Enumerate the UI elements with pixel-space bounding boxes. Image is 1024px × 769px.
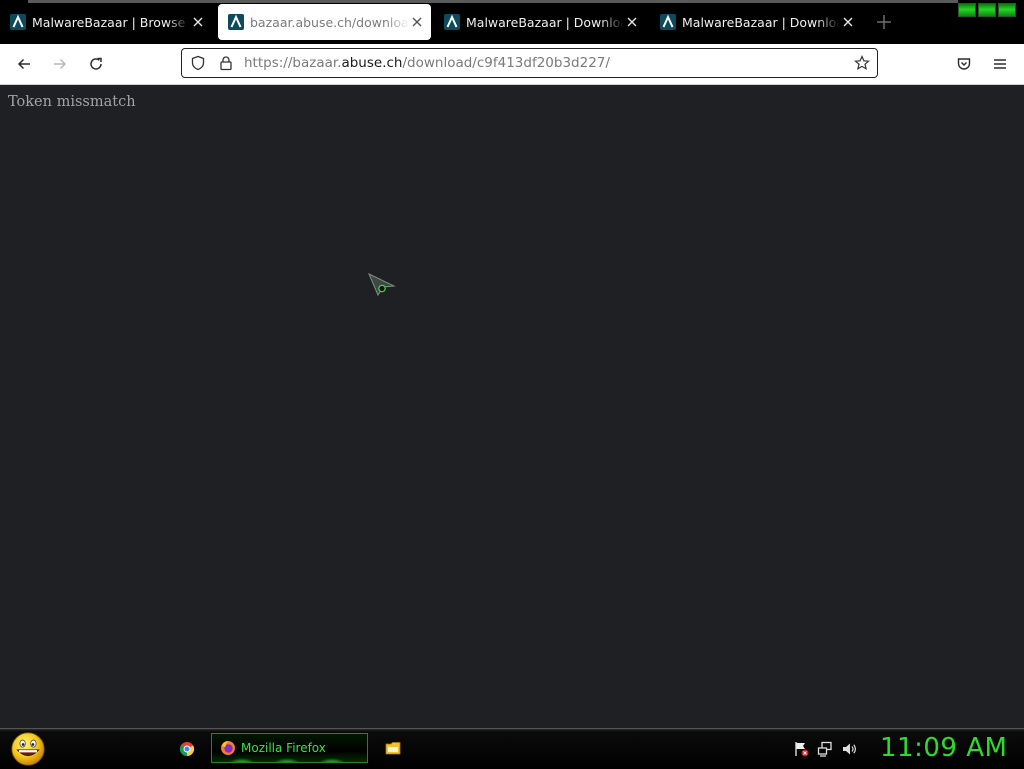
volume-icon[interactable]: [841, 741, 857, 757]
tab-label: MalwareBazaar | Browse malware samples: [32, 14, 190, 30]
error-message: Token missmatch: [8, 94, 136, 110]
address-bar[interactable]: https://bazaar.abuse.ch/download/c9f413d…: [181, 48, 878, 78]
lock-icon[interactable]: [218, 55, 234, 71]
url-text[interactable]: https://bazaar.abuse.ch/download/c9f413d…: [244, 55, 610, 71]
url-path: /download/c9f413df20b3d227/: [402, 55, 610, 71]
tab-label: MalwareBazaar | Download malware samples: [682, 14, 840, 30]
tab-download-malware-1[interactable]: MalwareBazaar | Download malware samples: [434, 4, 646, 40]
network-icon[interactable]: [817, 741, 833, 757]
tab-strip: MalwareBazaar | Browse malware samples b…: [0, 0, 1024, 44]
reload-icon: [90, 57, 102, 70]
arrow-right-icon: [54, 58, 67, 70]
forward-button[interactable]: [50, 54, 70, 74]
pocket-button[interactable]: [954, 54, 974, 74]
close-tab-icon[interactable]: [190, 14, 206, 30]
tabstrip-top-line: [28, 0, 958, 3]
url-subdomain: bazaar.: [292, 55, 342, 71]
action-center-flag-icon[interactable]: [793, 741, 809, 757]
taskbar-item-label: Mozilla Firefox: [241, 741, 326, 755]
minimize-button[interactable]: [958, 3, 976, 17]
hamburger-menu-icon: [994, 59, 1006, 69]
new-tab-plus-icon[interactable]: [874, 12, 894, 32]
tab-download-malware-2[interactable]: MalwareBazaar | Download malware samples: [650, 4, 862, 40]
url-host: abuse.ch: [341, 55, 403, 71]
tab-browse-malware[interactable]: MalwareBazaar | Browse malware samples: [0, 4, 212, 40]
tab-label: bazaar.abuse.ch/download/c9f413df20b3d22…: [250, 14, 409, 30]
back-button[interactable]: [14, 54, 34, 74]
page-content: Token missmatch: [0, 85, 1024, 728]
reload-button[interactable]: [86, 54, 106, 74]
close-tab-icon[interactable]: [624, 14, 640, 30]
close-window-button[interactable]: [998, 3, 1016, 17]
url-scheme: https://: [244, 55, 293, 71]
tracking-shield-icon[interactable]: [190, 55, 206, 71]
tab-label: MalwareBazaar | Download malware samples: [466, 14, 624, 30]
malwarebazaar-favicon-icon: [10, 14, 26, 30]
app-menu-button[interactable]: [990, 54, 1010, 74]
maximize-button[interactable]: [978, 3, 996, 17]
star-icon[interactable]: [854, 55, 870, 71]
close-tab-icon[interactable]: [840, 14, 856, 30]
firefox-icon: [221, 741, 235, 755]
malwarebazaar-favicon-icon: [228, 14, 244, 30]
malwarebazaar-favicon-icon: [660, 14, 676, 30]
mouse-cursor-icon: [368, 273, 396, 297]
window-controls[interactable]: [958, 3, 1016, 19]
pocket-icon: [957, 58, 971, 70]
taskbar: Mozilla Firefox 11:09 AM: [0, 728, 1024, 769]
folder-icon[interactable]: [385, 740, 401, 756]
tab-download-active[interactable]: bazaar.abuse.ch/download/c9f413df20b3d22…: [218, 4, 431, 40]
taskbar-clock[interactable]: 11:09 AM: [880, 733, 1007, 763]
close-tab-icon[interactable]: [409, 14, 425, 30]
arrow-left-icon: [17, 58, 30, 70]
malwarebazaar-favicon-icon: [444, 14, 460, 30]
chrome-icon[interactable]: [179, 741, 195, 757]
smiley-face-icon[interactable]: [8, 731, 48, 767]
navigation-toolbar: https://bazaar.abuse.ch/download/c9f413d…: [0, 44, 1024, 84]
taskbar-item-firefox[interactable]: Mozilla Firefox: [211, 733, 368, 763]
